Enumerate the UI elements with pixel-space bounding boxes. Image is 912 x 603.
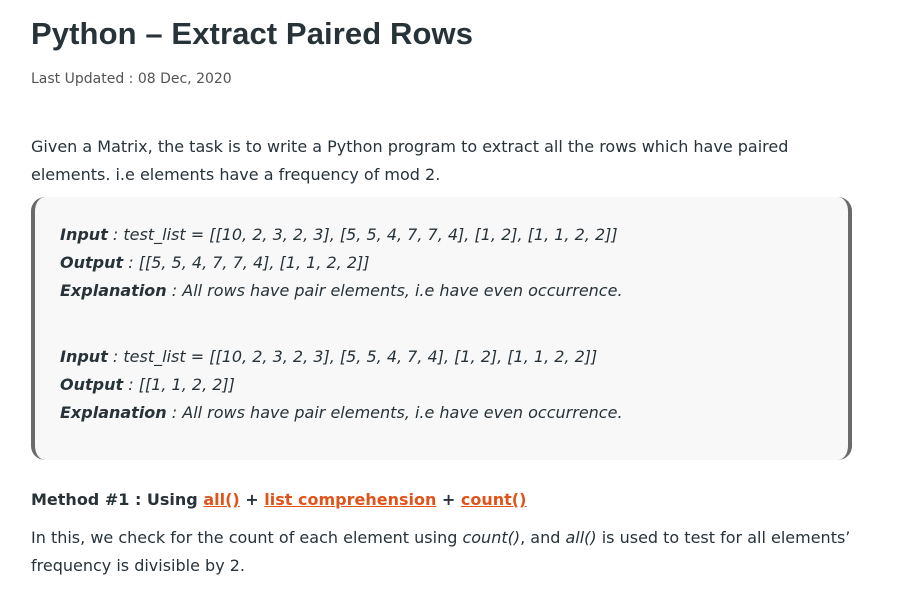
last-updated: Last Updated : 08 Dec, 2020	[31, 71, 232, 87]
explanation-value: : All rows have pair elements, i.e have …	[166, 403, 623, 422]
page-title: Python – Extract Paired Rows	[31, 16, 474, 51]
link-list-comprehension[interactable]: list comprehension	[264, 490, 436, 509]
input-value: : test_list = [[10, 2, 3, 2, 3], [5, 5, …	[107, 347, 598, 366]
method-heading: Method #1 : Using all() + list comprehen…	[31, 486, 526, 514]
inline-code: all()	[565, 528, 597, 547]
method-explanation: In this, we check for the count of each …	[31, 524, 861, 580]
example-explanation-line: Explanation : All rows have pair element…	[60, 399, 848, 427]
example-block: Input : test_list = [[10, 2, 3, 2, 3], […	[60, 343, 848, 427]
output-value: : [[5, 5, 4, 7, 7, 4], [1, 1, 2, 2]]	[123, 253, 370, 272]
example-input-line: Input : test_list = [[10, 2, 3, 2, 3], […	[60, 221, 848, 249]
explanation-label: Explanation	[60, 403, 167, 422]
plus-sign: +	[239, 490, 265, 509]
link-count[interactable]: count()	[461, 490, 527, 509]
explain-text: , and	[520, 528, 566, 547]
example-output-line: Output : [[1, 1, 2, 2]]	[60, 371, 848, 399]
input-label: Input	[60, 225, 108, 244]
explanation-label: Explanation	[60, 281, 167, 300]
output-label: Output	[60, 375, 124, 394]
example-explanation-line: Explanation : All rows have pair element…	[60, 277, 848, 305]
output-label: Output	[60, 253, 124, 272]
explain-text: In this, we check for the count of each …	[31, 528, 463, 547]
example-input-line: Input : test_list = [[10, 2, 3, 2, 3], […	[60, 343, 848, 371]
example-box: Input : test_list = [[10, 2, 3, 2, 3], […	[31, 197, 852, 460]
method-prefix: Method #1 : Using	[31, 490, 204, 509]
example-output-line: Output : [[5, 5, 4, 7, 7, 4], [1, 1, 2, …	[60, 249, 848, 277]
inline-code: count()	[462, 528, 521, 547]
input-label: Input	[60, 347, 108, 366]
link-all[interactable]: all()	[203, 490, 239, 509]
intro-paragraph: Given a Matrix, the task is to write a P…	[31, 137, 789, 184]
output-value: : [[1, 1, 2, 2]]	[123, 375, 235, 394]
example-block: Input : test_list = [[10, 2, 3, 2, 3], […	[60, 221, 848, 305]
plus-sign: +	[436, 490, 461, 509]
explanation-value: : All rows have pair elements, i.e have …	[166, 281, 623, 300]
input-value: : test_list = [[10, 2, 3, 2, 3], [5, 5, …	[107, 225, 618, 244]
